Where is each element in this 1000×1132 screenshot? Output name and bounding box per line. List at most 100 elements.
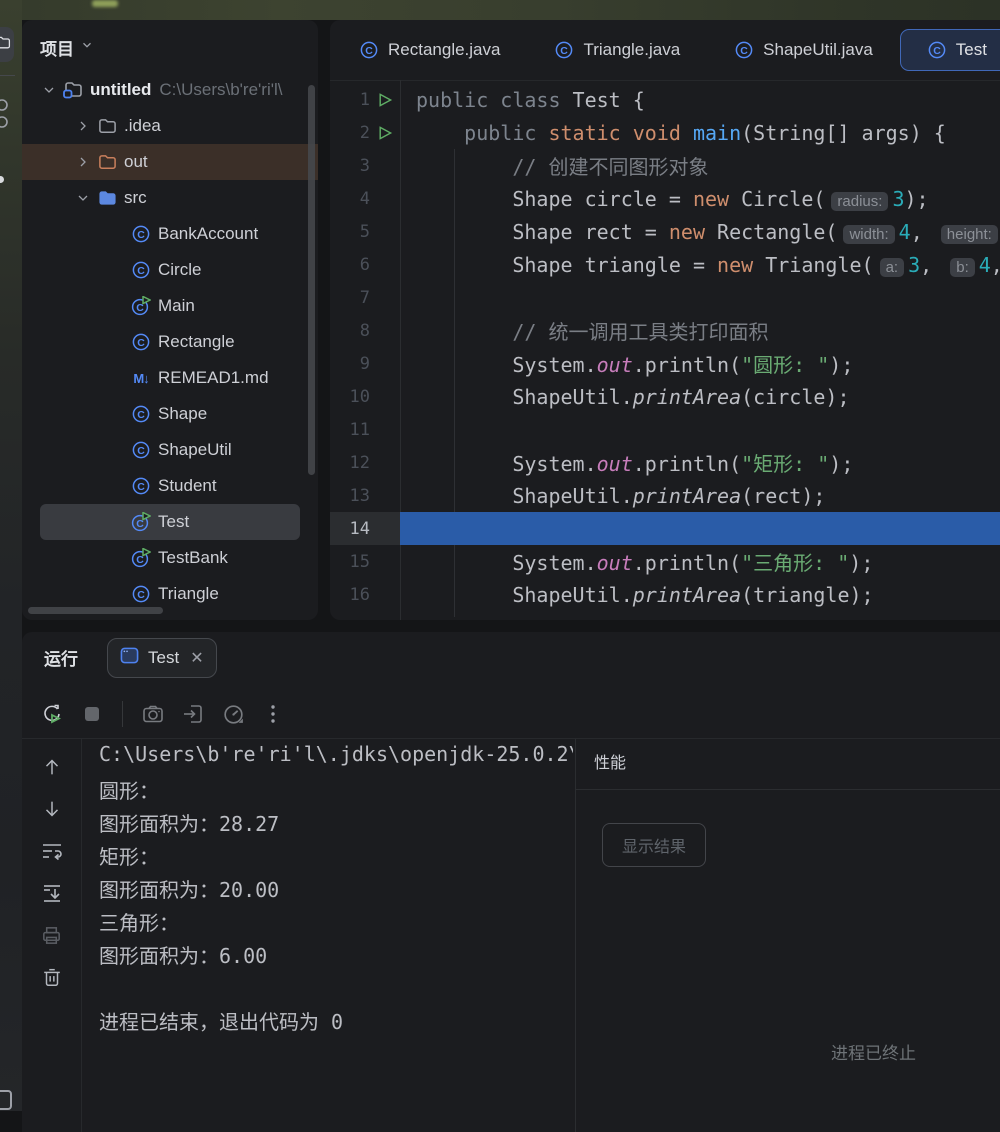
folder-blue-icon [94, 189, 120, 208]
class-icon: C [128, 332, 154, 352]
tree-item-bankaccount[interactable]: C BankAccount [22, 216, 318, 252]
chevron-right-icon[interactable] [72, 118, 94, 134]
run-gutter-icon[interactable] [370, 125, 400, 141]
run-toolbar [36, 690, 289, 738]
show-results-button[interactable]: 显示结果 [602, 823, 706, 867]
tree-item-label: Student [158, 476, 217, 496]
tree-item-label: .idea [124, 116, 161, 136]
editor-tab-test[interactable]: C Test [900, 29, 1000, 71]
scrollend-icon[interactable] [40, 881, 64, 905]
run-console-icon [120, 646, 139, 670]
tree-item-shape[interactable]: CShape [22, 396, 318, 432]
project-horizontal-scrollbar[interactable] [28, 607, 163, 614]
editor-tab-rectangle-java[interactable]: CRectangle.java [332, 29, 527, 71]
tree-item-out[interactable]: out [22, 144, 318, 180]
tree-item-untitled[interactable]: untitledC:\Users\b're'ri'l\ [22, 72, 318, 108]
parameter-hint: height: [941, 225, 998, 244]
project-tool-button[interactable] [0, 27, 14, 62]
class-run-icon: C [128, 512, 154, 532]
trash-icon[interactable] [40, 965, 64, 989]
parameter-hint: width: [843, 225, 894, 244]
run-tab-test[interactable]: Test ✕ [107, 638, 217, 678]
tree-item-student[interactable]: CStudent [22, 468, 318, 504]
project-vertical-scrollbar[interactable] [308, 85, 315, 475]
activity-bar-divider [0, 75, 15, 76]
code-text: public static void main(String[] args) { [400, 121, 946, 145]
code-editor[interactable]: 1 public class Test { 2 public static void… [330, 83, 1000, 611]
softwrap-icon[interactable] [40, 839, 64, 863]
tree-item-label: Main [158, 296, 195, 316]
svg-text:C: C [137, 445, 145, 457]
attach-icon[interactable] [177, 698, 209, 730]
chevron-down-icon[interactable] [38, 82, 60, 98]
console-line: 进程已结束，退出代码为 0 [99, 1006, 573, 1039]
tree-item-label: REMEAD1.md [158, 368, 269, 388]
bottom-tool-button[interactable] [0, 1090, 12, 1110]
line-number: 16 [330, 585, 370, 605]
tree-item--idea[interactable]: .idea [22, 108, 318, 144]
markdown-icon: M↓ [128, 371, 154, 386]
code-text: System.out.println("三角形: "); [400, 547, 873, 576]
stop-icon[interactable] [76, 698, 108, 730]
project-panel-header[interactable]: 项目 [22, 20, 318, 68]
printer-icon[interactable] [40, 923, 64, 947]
line-number: 9 [330, 354, 370, 374]
arrow-up-icon[interactable] [40, 755, 64, 779]
console-line: 三角形： [99, 907, 573, 940]
editor-tab-shapeutil-java[interactable]: CShapeUtil.java [707, 29, 900, 71]
gauge-icon[interactable] [217, 698, 249, 730]
console-line: 圆形： [99, 775, 573, 808]
tree-item-circle[interactable]: CCircle [22, 252, 318, 288]
editor-tab-label: Test [956, 40, 987, 60]
class-icon: C [128, 224, 154, 244]
notification-dot [0, 176, 4, 183]
tree-item-src[interactable]: src [22, 180, 318, 216]
console-gutter-toolbar [22, 739, 82, 1132]
rerun-icon[interactable] [36, 698, 68, 730]
code-line-3: 3 // 创建不同图形对象 [330, 149, 1000, 182]
line-number: 8 [330, 321, 370, 341]
tree-item-rectangle[interactable]: CRectangle [22, 324, 318, 360]
code-text: // 统一调用工具类打印面积 [400, 316, 768, 345]
kebab-icon[interactable] [257, 698, 289, 730]
tree-item-label: TestBank [158, 548, 228, 568]
close-icon[interactable]: ✕ [190, 648, 203, 668]
line-number: 1 [330, 90, 370, 110]
line-number: 2 [330, 123, 370, 143]
process-terminated-status: 进程已终止 [831, 1039, 916, 1064]
camera-icon[interactable] [137, 698, 169, 730]
tree-item-main[interactable]: CMain [22, 288, 318, 324]
class-icon: C [128, 440, 154, 460]
tree-item-test[interactable]: CTest [40, 504, 300, 540]
code-line-9: 9 System.out.println("圆形: "); [330, 347, 1000, 380]
tree-item-testbank[interactable]: CTestBank [22, 540, 318, 576]
arrow-down-icon[interactable] [40, 797, 64, 821]
console-line: 图形面积为：6.00 [99, 940, 573, 973]
class-icon: C [927, 40, 947, 60]
console-output: C:\Users\b're'ri'l\.jdks\openjdk-25.0.2\… [99, 742, 573, 1039]
project-panel: 项目 untitledC:\Users\b're'ri'l\ .idea out sr… [22, 20, 318, 620]
svg-text:C: C [740, 45, 748, 57]
class-icon: C [734, 40, 754, 60]
tree-item-label: src [124, 188, 147, 208]
code-text: public class Test { [400, 88, 645, 112]
editor-tab-triangle-java[interactable]: CTriangle.java [527, 29, 707, 71]
performance-panel-title: 性能 [576, 739, 1000, 790]
tree-item-label: Circle [158, 260, 201, 280]
tree-item-shapeutil[interactable]: CShapeUtil [22, 432, 318, 468]
run-gutter-icon[interactable] [370, 92, 400, 108]
code-line-15: 15 System.out.println("三角形: "); [330, 545, 1000, 578]
chevron-down-icon[interactable] [72, 190, 94, 206]
line-number: 5 [330, 222, 370, 242]
project-path: C:\Users\b're'ri'l\ [159, 80, 282, 100]
code-line-2: 2 public static void main(String[] args)… [330, 116, 1000, 149]
tree-item-remead1-md[interactable]: M↓ REMEAD1.md [22, 360, 318, 396]
svg-text:C: C [137, 337, 145, 349]
code-text: Shape rect = new Rectangle(width:4, heig… [400, 220, 1000, 244]
commit-tool-button[interactable] [0, 97, 11, 136]
chevron-right-icon[interactable] [72, 154, 94, 170]
folder-project-icon [60, 80, 86, 100]
class-icon: C [128, 476, 154, 496]
tree-item-label: BankAccount [158, 224, 258, 244]
svg-text:C: C [137, 229, 145, 241]
